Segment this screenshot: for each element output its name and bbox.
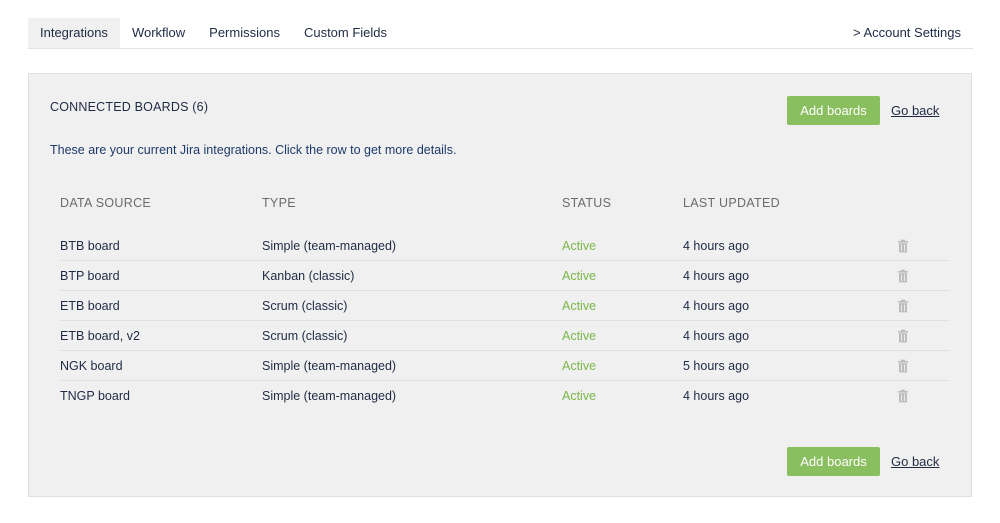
tab-permissions[interactable]: Permissions xyxy=(197,18,292,48)
trash-icon[interactable] xyxy=(896,269,910,283)
cell-last-updated: 4 hours ago xyxy=(683,239,750,253)
cell-last-updated: 4 hours ago xyxy=(683,299,750,313)
header-last-updated: LAST UPDATED xyxy=(683,196,780,210)
cell-data-source: ETB board xyxy=(60,299,120,313)
cell-status: Active xyxy=(562,239,597,253)
cell-last-updated: 4 hours ago xyxy=(683,269,750,283)
cell-status: Active xyxy=(562,269,597,283)
header-status: STATUS xyxy=(562,196,612,210)
cell-last-updated: 4 hours ago xyxy=(683,329,750,343)
connected-boards-panel: CONNECTED BOARDS (6) Add boards Go back … xyxy=(28,73,972,497)
cell-status: Active xyxy=(562,359,597,373)
header-type: TYPE xyxy=(262,196,296,210)
table-row[interactable]: ETB board Scrum (classic) Active 4 hours… xyxy=(60,291,950,321)
cell-data-source: BTB board xyxy=(60,239,120,253)
tab-custom-fields[interactable]: Custom Fields xyxy=(292,18,399,48)
panel-title: CONNECTED BOARDS (6) xyxy=(50,100,209,114)
table-row[interactable]: BTB board Simple (team-managed) Active 4… xyxy=(60,231,950,261)
go-back-link-top[interactable]: Go back xyxy=(891,96,939,125)
trash-icon[interactable] xyxy=(896,329,910,343)
tabs: Integrations Workflow Permissions Custom… xyxy=(28,18,399,48)
go-back-link-bottom[interactable]: Go back xyxy=(891,447,939,476)
cell-data-source: TNGP board xyxy=(60,389,130,403)
cell-status: Active xyxy=(562,389,597,403)
cell-data-source: NGK board xyxy=(60,359,123,373)
trash-icon[interactable] xyxy=(896,389,910,403)
table-row[interactable]: TNGP board Simple (team-managed) Active … xyxy=(60,381,950,411)
header-data-source: DATA SOURCE xyxy=(60,196,152,210)
tab-integrations[interactable]: Integrations xyxy=(28,18,120,48)
cell-type: Simple (team-managed) xyxy=(262,389,397,403)
table-row[interactable]: BTP board Kanban (classic) Active 4 hour… xyxy=(60,261,950,291)
page: Integrations Workflow Permissions Custom… xyxy=(0,0,1000,523)
table-header: DATA SOURCE TYPE STATUS LAST UPDATED xyxy=(60,196,950,214)
add-boards-button-bottom[interactable]: Add boards xyxy=(787,447,880,476)
cell-type: Simple (team-managed) xyxy=(262,239,397,253)
cell-last-updated: 5 hours ago xyxy=(683,359,750,373)
account-settings-link[interactable]: > Account Settings xyxy=(853,18,961,48)
trash-icon[interactable] xyxy=(896,239,910,253)
cell-type: Scrum (classic) xyxy=(262,299,348,313)
table-row[interactable]: ETB board, v2 Scrum (classic) Active 4 h… xyxy=(60,321,950,351)
table-row[interactable]: NGK board Simple (team-managed) Active 5… xyxy=(60,351,950,381)
boards-table-body: BTB board Simple (team-managed) Active 4… xyxy=(60,231,950,411)
add-boards-button-top[interactable]: Add boards xyxy=(787,96,880,125)
cell-data-source: BTP board xyxy=(60,269,120,283)
tab-bar: Integrations Workflow Permissions Custom… xyxy=(28,18,973,49)
trash-icon[interactable] xyxy=(896,359,910,373)
cell-data-source: ETB board, v2 xyxy=(60,329,140,343)
cell-type: Simple (team-managed) xyxy=(262,359,397,373)
cell-status: Active xyxy=(562,299,597,313)
intro-text: These are your current Jira integrations… xyxy=(50,143,457,157)
cell-type: Kanban (classic) xyxy=(262,269,355,283)
tab-workflow[interactable]: Workflow xyxy=(120,18,197,48)
cell-status: Active xyxy=(562,329,597,343)
trash-icon[interactable] xyxy=(896,299,910,313)
cell-type: Scrum (classic) xyxy=(262,329,348,343)
cell-last-updated: 4 hours ago xyxy=(683,389,750,403)
